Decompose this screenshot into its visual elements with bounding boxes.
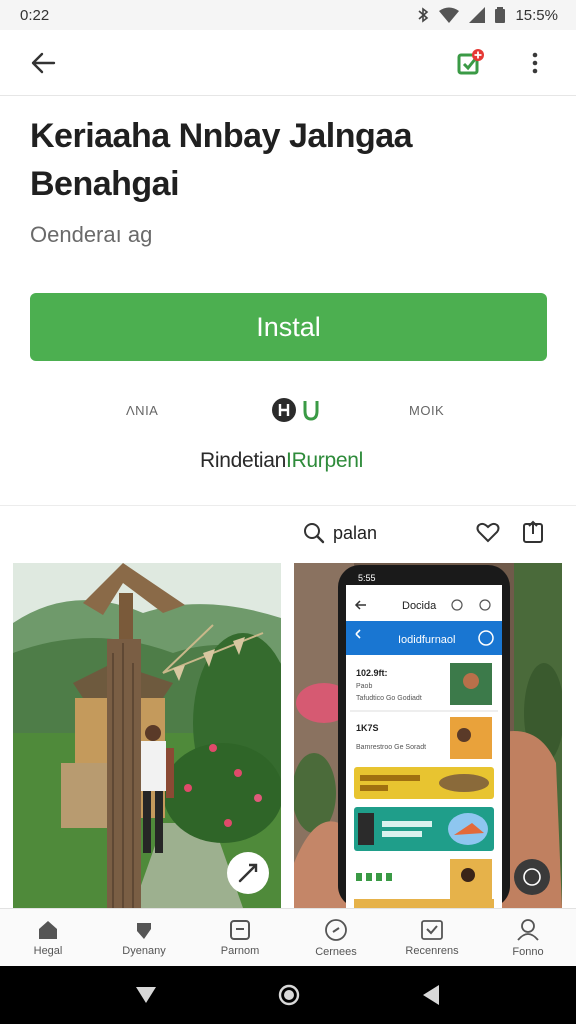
- search-label: palan: [333, 522, 378, 543]
- tag-icon: [137, 922, 151, 939]
- nav-item-profile[interactable]: Fonno: [480, 909, 576, 966]
- signal-icon: [469, 7, 486, 23]
- share-button[interactable]: [522, 520, 544, 549]
- home-icon: [39, 920, 57, 939]
- nav-item-compass[interactable]: Cernees: [288, 909, 384, 966]
- stats-row: ΛΝΙΑ ΜΟΙΚ: [0, 396, 576, 426]
- phone-card1-meta: Tafudtico Go Godiadt: [356, 695, 422, 702]
- app-title: Keriaaha Nnbay Jalngaa Benahgai: [30, 117, 413, 203]
- more-options-button[interactable]: [518, 46, 552, 80]
- nav-item-home[interactable]: Hegal: [0, 909, 96, 966]
- nav-label-compass: Cernees: [315, 945, 357, 958]
- content-rating: [272, 398, 320, 422]
- developer-link[interactable]: RindetianIRurpenl: [200, 449, 363, 473]
- family-badge-icon: [303, 401, 319, 421]
- phone-header-title: Docida: [402, 600, 437, 612]
- app-subtitle: Oenderaı ag: [30, 222, 153, 247]
- phone-status-time: 5:55: [358, 573, 376, 583]
- nav-label-tag: Dyenany: [122, 944, 166, 957]
- battery-icon: [495, 7, 506, 23]
- developer-name-accent: IRurpenl: [286, 449, 364, 472]
- tablet-icon: [230, 919, 250, 940]
- section-divider: [0, 505, 576, 506]
- search-icon: [304, 523, 325, 544]
- nav-back-triangle-icon[interactable]: [135, 985, 157, 1005]
- nav-label-tablet: Parnom: [220, 944, 260, 957]
- nav-label-reviews: Recenrens: [405, 944, 459, 957]
- status-icons: 15:5%: [417, 7, 558, 24]
- phone-bar-title: Iodidfurnaol: [398, 634, 456, 646]
- wifi-icon: [439, 7, 460, 23]
- status-bar: 0:22 15:5%: [0, 0, 576, 30]
- phone-card2-title: 1K7S: [356, 723, 379, 733]
- phone-card1-sub: Paob: [356, 683, 372, 690]
- tools-row: palan: [0, 515, 576, 555]
- phone-card2-meta: Bamrestroo Ge Soradt: [356, 744, 426, 751]
- nav-item-reviews[interactable]: Recenrens: [384, 909, 480, 966]
- nav-recents-triangle-icon[interactable]: [421, 984, 441, 1006]
- profile-icon: [517, 918, 539, 941]
- nav-item-tablet[interactable]: Parnom: [192, 909, 288, 966]
- nav-label-profile: Fonno: [512, 945, 544, 958]
- back-button[interactable]: [26, 46, 60, 80]
- screenshot-garden[interactable]: [13, 563, 281, 908]
- bluetooth-icon: [418, 7, 429, 23]
- favorite-button[interactable]: [476, 521, 500, 548]
- rating-badge-icon: [272, 398, 296, 422]
- more-vert-icon: [532, 52, 538, 73]
- heart-icon: [476, 522, 500, 543]
- search-button[interactable]: palan: [303, 522, 377, 544]
- developer-name: Rindetian: [200, 449, 287, 472]
- nav-home-circle-icon[interactable]: [277, 983, 301, 1007]
- compass-icon: [325, 918, 347, 941]
- nav-item-tag[interactable]: Dyenany: [96, 909, 192, 966]
- wishlist-add-icon: [457, 48, 484, 74]
- app-bar-actions: [454, 46, 552, 80]
- battery-percent: 15:5%: [515, 6, 558, 24]
- wishlist-button[interactable]: [454, 46, 488, 80]
- install-button-label: Instal: [256, 311, 321, 342]
- arrow-left-icon: [31, 52, 56, 73]
- app-bar: [0, 30, 576, 96]
- system-nav-bar: [0, 966, 576, 1024]
- stat-left: ΛΝΙΑ: [126, 403, 159, 418]
- reviews-icon: [421, 919, 443, 940]
- nav-label-home: Hegal: [33, 944, 63, 957]
- install-button[interactable]: Instal: [30, 293, 547, 361]
- status-time: 0:22: [20, 6, 50, 24]
- phone-card1-title: 102.9ft:: [356, 668, 388, 678]
- stat-right: ΜΟΙΚ: [409, 403, 445, 418]
- bottom-nav: Hegal Dyenany Parnom Cernees Recenrens F…: [0, 908, 576, 966]
- share-icon: [523, 520, 543, 543]
- screenshot-phone[interactable]: 5:55 Docida Iodidfurnaol 102.9ft: Paob T…: [294, 563, 562, 908]
